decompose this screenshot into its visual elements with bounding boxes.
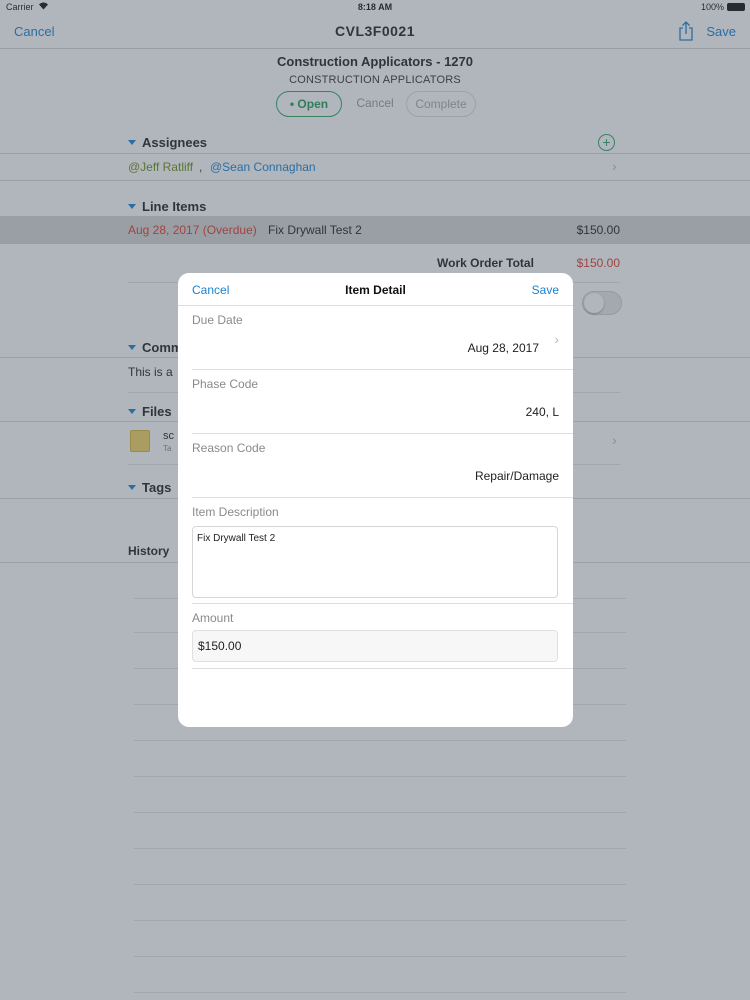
phase-code-field[interactable]: Phase Code 240, L [178,370,573,434]
item-detail-modal: Cancel Item Detail Save Due Date Aug 28,… [178,273,573,727]
item-description-label: Item Description [192,505,279,519]
due-date-field[interactable]: Due Date Aug 28, 2017 › [178,306,573,370]
modal-title: Item Detail [345,283,406,297]
phase-code-value: 240, L [525,405,559,419]
item-description-textarea[interactable]: Fix Drywall Test 2 [192,526,558,598]
reason-code-label: Reason Code [192,441,266,455]
divider [192,668,573,669]
amount-input[interactable]: $150.00 [192,630,558,662]
chevron-right-icon: › [554,331,559,347]
reason-code-field[interactable]: Reason Code Repair/Damage [178,434,573,498]
amount-label: Amount [192,611,234,625]
due-date-value: Aug 28, 2017 [467,341,539,355]
due-date-label: Due Date [192,313,243,327]
phase-code-label: Phase Code [192,377,259,391]
modal-save-button[interactable]: Save [532,283,559,297]
reason-code-value: Repair/Damage [474,469,559,483]
modal-navigation-bar: Cancel Item Detail Save [178,273,573,306]
